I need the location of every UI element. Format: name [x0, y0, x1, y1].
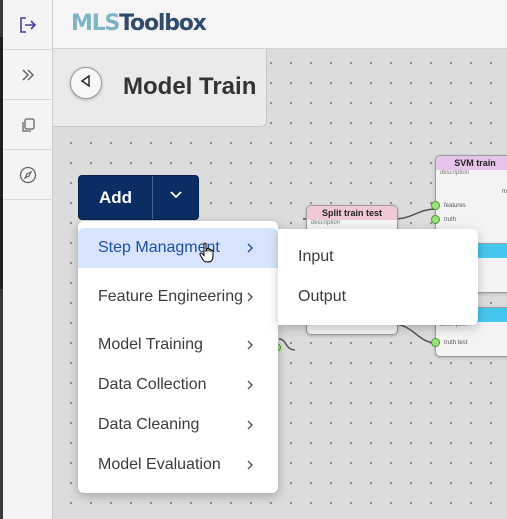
port-truth[interactable] — [431, 215, 440, 224]
node-title: Split train test — [307, 206, 397, 220]
node-description: description — [311, 220, 341, 226]
submenu-item-input[interactable]: Input — [278, 237, 478, 277]
menu-item-step-management[interactable]: Step Managment — [78, 228, 278, 268]
menu-item-data-collection[interactable]: Data Collection — [78, 365, 278, 405]
menu-item-label: Model Evaluation — [98, 456, 221, 473]
double-chevron-right-icon — [20, 67, 36, 83]
edge-left-split — [278, 338, 296, 351]
logo-mls-text: MLS — [71, 11, 120, 36]
submenu-item-label: Input — [298, 248, 334, 265]
logout-button[interactable] — [3, 0, 53, 50]
edge-svm-input — [392, 208, 437, 220]
chevron-right-icon — [246, 228, 254, 268]
page-title: Model Train — [123, 73, 257, 100]
explore-button[interactable] — [3, 150, 53, 200]
menu-item-model-evaluation[interactable]: Model Evaluation — [78, 445, 278, 485]
chevron-down-icon — [168, 187, 184, 208]
copy-button[interactable] — [3, 100, 53, 150]
triangle-left-icon — [79, 74, 93, 93]
node-title: SVM train — [436, 156, 507, 170]
node-description: description — [440, 170, 470, 176]
menu-item-label: Step Managment — [98, 239, 220, 256]
add-split-button: Add — [78, 175, 199, 220]
logo-toolbox-text: Toolbox — [119, 11, 207, 36]
add-button[interactable]: Add — [79, 176, 152, 219]
app-logo[interactable]: MLSToolbox — [71, 10, 207, 38]
chevron-right-icon — [246, 325, 254, 365]
chevron-right-icon — [246, 405, 254, 445]
port-features[interactable] — [431, 201, 440, 210]
chevron-right-icon — [246, 365, 254, 405]
port-truth-test[interactable] — [431, 338, 440, 347]
chevron-right-icon — [246, 277, 254, 317]
add-dropdown-toggle[interactable] — [153, 176, 198, 219]
chevron-right-icon — [246, 445, 254, 485]
back-button[interactable] — [70, 67, 102, 99]
submenu-item-output[interactable]: Output — [278, 277, 478, 317]
expand-sidebar-button[interactable] — [3, 50, 53, 100]
edge-split-output — [392, 323, 437, 344]
menu-item-label: Model Training — [98, 336, 203, 353]
menu-item-label: Feature Engineering — [98, 288, 243, 305]
menu-item-data-cleaning[interactable]: Data Cleaning — [78, 405, 278, 445]
compass-icon — [19, 166, 37, 184]
port-label-truth-test: truth test — [444, 340, 468, 346]
logout-icon — [18, 15, 38, 35]
top-bar: MLSToolbox — [53, 0, 507, 49]
menu-item-model-training[interactable]: Model Training — [78, 325, 278, 365]
sidebar — [3, 0, 53, 519]
submenu-item-label: Output — [298, 288, 347, 305]
menu-item-label: Data Cleaning — [98, 416, 200, 433]
port-label-features: features — [444, 203, 466, 209]
hand-pointer-icon — [198, 242, 218, 269]
step-management-submenu: Input Output — [278, 229, 478, 325]
copy-icon — [20, 117, 36, 133]
add-dropdown-menu: Step Managment Feature Engineering Model… — [78, 221, 278, 493]
port-label-output: m — [502, 189, 507, 195]
port-label-truth: truth — [444, 217, 457, 223]
page-header-card: Model Train — [53, 49, 267, 127]
menu-item-label: Data Collection — [98, 376, 207, 393]
menu-item-feature-engineering[interactable]: Feature Engineering — [78, 277, 278, 317]
